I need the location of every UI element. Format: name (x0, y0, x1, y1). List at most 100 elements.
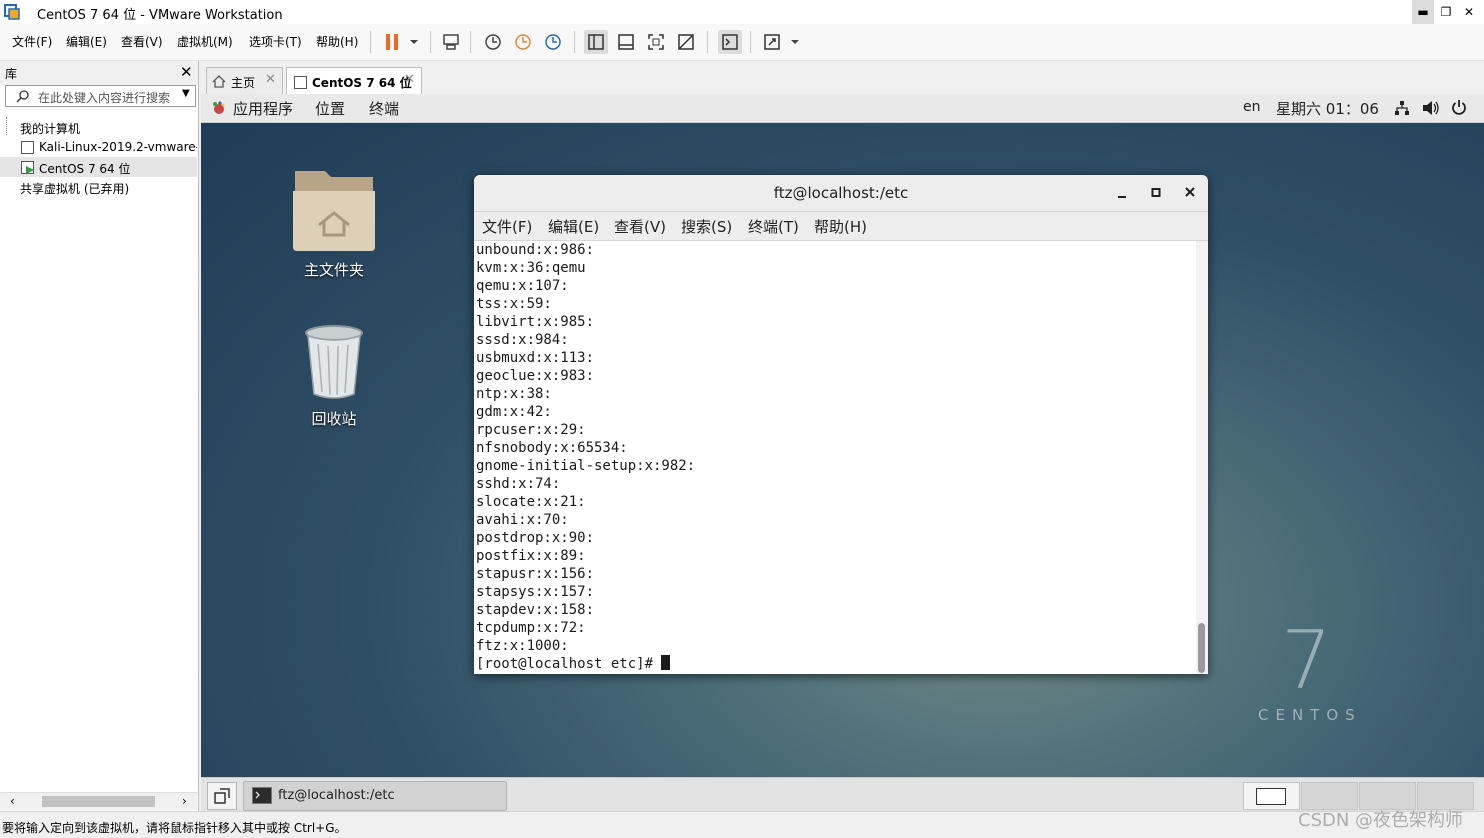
tree-item-kali[interactable]: Kali-Linux-2019.2-vmware-a (0, 137, 197, 157)
menu-file[interactable]: 文件(F) (12, 33, 52, 50)
tree-label: 我的计算机 (20, 122, 81, 136)
trash-icon (305, 325, 363, 399)
revert-snapshot-icon[interactable] (511, 30, 535, 54)
terminal-line: rpcuser:x:29: (476, 422, 586, 438)
terminal-close-button[interactable] (1180, 183, 1200, 203)
library-close-icon[interactable]: ✕ (180, 63, 193, 81)
vmware-app-icon (4, 4, 20, 20)
show-thumbnail-bar-icon[interactable] (614, 30, 638, 54)
menu-edit[interactable]: 编辑(E) (66, 33, 107, 50)
console-view-icon[interactable] (718, 30, 742, 54)
terminal-line: kvm:x:36:qemu (476, 260, 586, 276)
menu-tabs[interactable]: 选项卡(T) (249, 33, 302, 50)
terminal-title-bar[interactable]: ftz@localhost:/etc (474, 175, 1208, 212)
terminal-line: stapsys:x:157: (476, 584, 595, 600)
show-desktop-icon (214, 788, 230, 804)
folder-icon (293, 171, 375, 251)
library-search-input[interactable]: 在此处键入内容进行搜索 ▼ (5, 85, 196, 107)
gnome-clock[interactable]: 星期六 01：06 (1276, 98, 1379, 119)
scrollbar-thumb[interactable] (1198, 623, 1205, 673)
play-icon (26, 166, 34, 174)
desktop-icon-label: 回收站 (311, 410, 357, 428)
terminal-menu-edit[interactable]: 编辑(E) (548, 216, 599, 237)
close-button[interactable]: ✕ (1458, 0, 1480, 24)
terminal-menu-bar: 文件(F) 编辑(E) 查看(V) 搜索(S) 终端(T) 帮助(H) (474, 212, 1208, 241)
terminal-menu-view[interactable]: 查看(V) (614, 216, 666, 237)
guest-display[interactable]: 应用程序 位置 终端 en 星期六 01：06 主文件夹 回收站 7 CENTO… (201, 94, 1484, 777)
desktop-home-folder[interactable]: 主文件夹 (274, 167, 394, 287)
workspace-1[interactable] (1243, 782, 1300, 810)
network-icon[interactable] (1394, 100, 1410, 116)
chevron-down-icon[interactable] (402, 30, 426, 54)
snapshot-manager-icon[interactable] (541, 30, 565, 54)
tab-close-icon[interactable]: ✕ (404, 72, 415, 87)
terminal-text: unbound:x:986: kvm:x:36:qemu qemu:x:107:… (476, 241, 695, 673)
gnome-places-menu[interactable]: 位置 (315, 98, 345, 119)
terminal-scrollbar[interactable] (1196, 241, 1208, 674)
terminal-menu-help[interactable]: 帮助(H) (814, 216, 867, 237)
chevron-down-icon[interactable] (783, 30, 807, 54)
terminal-line: ftz:x:1000: (476, 638, 569, 654)
toolbar-separator (574, 31, 575, 53)
desktop-trash[interactable]: 回收站 (274, 322, 394, 434)
terminal-line: usbmuxd:x:113: (476, 350, 595, 366)
menu-vm[interactable]: 虚拟机(M) (177, 33, 233, 50)
taskbar-terminal-item[interactable]: ftz@localhost:/etc (243, 781, 507, 811)
scrollbar-thumb[interactable] (42, 796, 155, 807)
library-header: 库 ✕ (0, 61, 198, 85)
terminal-line: gnome-initial-setup:x:982: (476, 458, 696, 474)
tree-label: 共享虚拟机 (已弃用) (20, 182, 130, 196)
chevron-down-icon[interactable]: ▼ (182, 88, 190, 99)
search-icon (16, 90, 29, 103)
terminal-line: stapdev:x:158: (476, 602, 595, 618)
terminal-menu-search[interactable]: 搜索(S) (681, 216, 732, 237)
show-desktop-button[interactable] (207, 782, 237, 810)
terminal-line: postdrop:x:90: (476, 530, 595, 546)
stretch-guest-icon[interactable] (760, 30, 784, 54)
tab-close-icon[interactable]: ✕ (265, 72, 276, 87)
terminal-line: tss:x:59: (476, 296, 552, 312)
scroll-right-icon[interactable]: › (182, 794, 187, 808)
volume-icon[interactable] (1422, 100, 1440, 116)
send-ctrl-alt-del-icon[interactable] (439, 30, 463, 54)
menu-view[interactable]: 查看(V) (121, 33, 163, 50)
scroll-left-icon[interactable]: ‹ (10, 794, 15, 808)
terminal-line: sshd:x:74: (476, 476, 561, 492)
tree-item-centos[interactable]: CentOS 7 64 位 (0, 157, 197, 177)
menu-help[interactable]: 帮助(H) (316, 33, 358, 50)
tab-centos[interactable]: CentOS 7 64 位 ✕ (286, 67, 422, 95)
terminal-window[interactable]: ftz@localhost:/etc 文件(F) 编辑(E) 查看(V) 搜索(… (474, 175, 1208, 674)
tree-item-my-computer[interactable]: 我的计算机 (0, 117, 197, 137)
library-horizontal-scrollbar[interactable]: ‹ › (0, 792, 197, 810)
status-message: 要将输入定向到该虚拟机，请将鼠标指针移入其中或按 Ctrl+G。 (2, 821, 347, 835)
terminal-icon (252, 787, 272, 804)
keyboard-language[interactable]: en (1243, 99, 1261, 115)
show-library-icon[interactable] (584, 30, 608, 54)
terminal-line: avahi:x:70: (476, 512, 569, 528)
snapshot-icon[interactable] (481, 30, 505, 54)
maximize-button[interactable]: ❐ (1435, 0, 1457, 24)
power-icon[interactable] (1451, 99, 1467, 116)
terminal-menu-terminal[interactable]: 终端(T) (748, 216, 799, 237)
terminal-output[interactable]: unbound:x:986: kvm:x:36:qemu qemu:x:107:… (474, 241, 1196, 674)
terminal-menu-file[interactable]: 文件(F) (482, 216, 532, 237)
status-bar: 要将输入定向到该虚拟机，请将鼠标指针移入其中或按 Ctrl+G。 (0, 811, 1484, 838)
unity-icon[interactable] (674, 30, 698, 54)
terminal-maximize-button[interactable] (1146, 183, 1166, 203)
vm-tab-strip: 主页 ✕ CentOS 7 64 位 ✕ (200, 62, 1484, 95)
terminal-minimize-button[interactable] (1112, 183, 1132, 203)
window-title-bar: CentOS 7 64 位 - VMware Workstation ▬ ❐ ✕ (0, 0, 1484, 24)
terminal-line: nfsnobody:x:65534: (476, 440, 628, 456)
gnome-applications-menu[interactable]: 应用程序 (233, 98, 293, 119)
tree-item-shared[interactable]: 共享虚拟机 (已弃用) (0, 177, 197, 197)
full-screen-icon[interactable] (644, 30, 668, 54)
minimize-button[interactable]: ▬ (1412, 0, 1434, 24)
desktop-icon-label: 主文件夹 (303, 261, 364, 279)
gnome-foot-icon (213, 101, 225, 114)
pause-icon[interactable] (380, 30, 404, 54)
terminal-line: ntp:x:38: (476, 386, 552, 402)
tab-home[interactable]: 主页 ✕ (206, 67, 283, 95)
gnome-terminal-menu[interactable]: 终端 (369, 98, 399, 119)
tab-label: 主页 (231, 76, 256, 90)
terminal-line: stapusr:x:156: (476, 566, 595, 582)
